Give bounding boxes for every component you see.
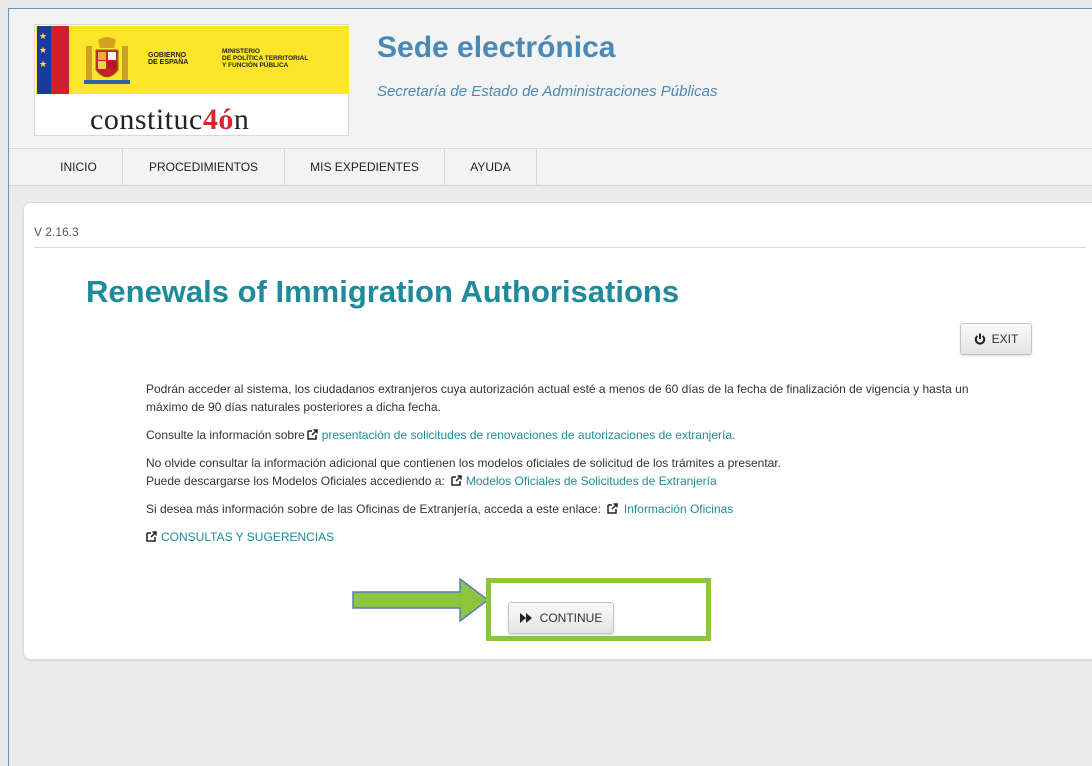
exit-label: EXIT — [991, 332, 1019, 346]
consult-paragraph: Consulte la información sobre presentació… — [146, 428, 736, 442]
divider — [34, 247, 1086, 248]
consultas-paragraph: CONSULTAS Y SUGERENCIAS — [146, 528, 996, 546]
informacion-oficinas-link[interactable]: Información Oficinas — [624, 502, 733, 516]
main-nav: INICIO PROCEDIMIENTOS MIS EXPEDIENTES AY… — [9, 148, 1092, 186]
exit-button[interactable]: EXIT — [960, 323, 1032, 355]
gobierno-text: GOBIERNO DE ESPAÑA — [148, 52, 189, 66]
modelos-oficiales-link[interactable]: Modelos Oficiales de Solicitudes de Extr… — [466, 474, 717, 488]
site-header: ★ ★ ★ GOBIERNO DE ESPAÑA MINISTERIO DE P… — [9, 9, 1092, 149]
pointer-arrow — [352, 578, 490, 622]
external-link-icon — [146, 531, 157, 542]
external-link-icon — [607, 503, 618, 514]
consultas-sugerencias-link[interactable]: CONSULTAS Y SUGERENCIAS — [161, 530, 334, 544]
nav-item-mis-expedientes[interactable]: MIS EXPEDIENTES — [285, 149, 445, 186]
government-logo[interactable]: ★ ★ ★ GOBIERNO DE ESPAÑA MINISTERIO DE P… — [34, 24, 349, 136]
external-link-icon — [307, 429, 318, 440]
nav-item-inicio[interactable]: INICIO — [35, 149, 123, 186]
models-paragraph: No olvide consultar la información adici… — [146, 456, 782, 488]
continue-button[interactable]: CONTINUE — [508, 602, 614, 634]
info-content: Podrán acceder al sistema, los ciudadano… — [146, 380, 996, 556]
page-title: Renewals of Immigration Authorisations — [86, 274, 680, 309]
version-label: V 2.16.3 — [34, 225, 79, 239]
eu-spain-flag: ★ ★ ★ — [37, 26, 69, 94]
offices-paragraph: Si desea más información sobre de las Of… — [146, 502, 734, 516]
fast-forward-icon — [519, 613, 532, 623]
external-link-icon — [451, 475, 462, 486]
constitucion-logo: constituc4ón — [90, 103, 250, 136]
nav-item-ayuda[interactable]: AYUDA — [445, 149, 537, 186]
logo-banner: ★ ★ ★ GOBIERNO DE ESPAÑA MINISTERIO DE P… — [36, 26, 349, 94]
power-icon — [974, 333, 985, 345]
site-title: Sede electrónica — [377, 31, 616, 64]
continue-label: CONTINUE — [539, 611, 603, 625]
coat-of-arms-icon — [84, 37, 130, 84]
ministerio-text: MINISTERIO DE POLÍTICA TERRITORIAL Y FUN… — [222, 48, 309, 69]
access-paragraph: Podrán acceder al sistema, los ciudadano… — [146, 382, 969, 414]
nav-item-procedimientos[interactable]: PROCEDIMIENTOS — [123, 149, 285, 186]
renovaciones-link[interactable]: presentación de solicitudes de renovacio… — [322, 428, 736, 442]
site-subtitle: Secretaría de Estado de Administraciones… — [377, 83, 718, 100]
